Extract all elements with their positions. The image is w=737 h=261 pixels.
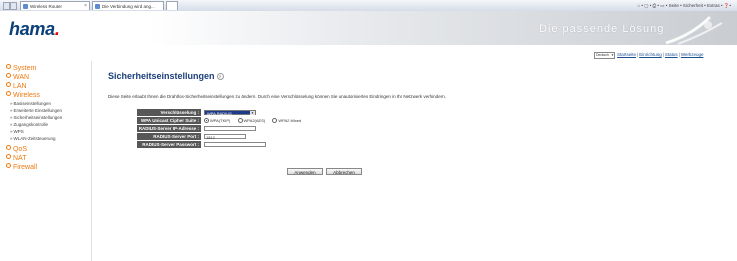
nav-sub-security[interactable]: Sicherheitseinstellungen	[10, 115, 63, 120]
link-startseite[interactable]: Startseite	[617, 52, 636, 57]
hama-logo: hama.	[9, 19, 60, 39]
encryption-label: Verschlüsselung :	[137, 109, 201, 116]
browser-tab-router[interactable]: Wireless Router ×	[20, 1, 90, 10]
nav-lan[interactable]: LAN	[6, 82, 27, 90]
radius-port-label: RADIUS-Server Port :	[137, 133, 201, 140]
browser-toolbar-commands[interactable]: ⌂ • ▢ • ⎙ • ▭ • Seite • Sicherheit • Ext…	[637, 1, 731, 10]
nav-sub-wps[interactable]: WPS	[10, 129, 24, 134]
nav-sub-basic[interactable]: Basiseinstellungen	[10, 101, 52, 106]
cipher-label: WPA Unicast Cipher Suite :	[137, 117, 201, 124]
radius-ip-input[interactable]	[204, 126, 256, 131]
page-description: Diese Seite erlaubt Ihnen die Drahtlos-S…	[108, 94, 446, 99]
close-tab-icon[interactable]: ×	[84, 2, 87, 10]
nav-sub-access-control[interactable]: Zugangskontrolle	[10, 122, 49, 127]
decorative-swoosh-icon	[665, 15, 723, 45]
encryption-select[interactable]: WPA RADIUS	[204, 110, 256, 116]
page-favicon-icon	[23, 4, 28, 9]
help-icon[interactable]: ?	[216, 73, 224, 80]
browser-tab-label: Wireless Router	[30, 4, 63, 9]
nav-wireless[interactable]: Wireless	[6, 91, 40, 99]
radio-wpa2-aes[interactable]: WPA2(AES)	[237, 117, 265, 124]
nav-nat[interactable]: NAT	[6, 154, 26, 162]
nav-qos[interactable]: QoS	[6, 145, 27, 153]
link-status[interactable]: Status	[665, 52, 678, 57]
language-select[interactable]: Deutsch	[594, 52, 615, 59]
back-icon[interactable]	[3, 2, 10, 10]
cancel-button[interactable]: Abbrechen	[326, 168, 362, 175]
radius-port-input[interactable]: 1812	[204, 134, 246, 140]
nav-wan[interactable]: WAN	[6, 73, 29, 81]
radius-ip-label: RADIUS-Server IP-Adresse :	[137, 125, 201, 132]
browser-tab-label: Die Verbindung wird ang...	[102, 4, 155, 9]
link-einrichtung[interactable]: Einrichtung	[639, 52, 662, 57]
browser-tab-connecting[interactable]: Die Verbindung wird ang...	[92, 1, 164, 10]
link-werkzeuge[interactable]: Werkzeuge	[681, 52, 704, 57]
forward-icon[interactable]	[10, 2, 17, 10]
nav-system[interactable]: System	[6, 64, 36, 72]
radio-wpa-tkip[interactable]: WPA(TKIP)	[204, 117, 230, 124]
page-title: Sicherheitseinstellungen?	[108, 71, 224, 81]
radius-password-input[interactable]	[204, 142, 266, 147]
radius-password-label: RADIUS-Server Passwort :	[137, 141, 201, 148]
new-tab-button[interactable]	[166, 1, 178, 10]
cipher-radio-group: WPA(TKIP) WPA2(AES) WPA2 Mixed	[204, 117, 307, 124]
nav-sub-schedule[interactable]: WLAN-Zeitsteuerung	[10, 136, 56, 141]
top-links: Startseite|Einrichtung|Status|Werkzeuge	[617, 52, 704, 57]
nav-sub-advanced[interactable]: Erweiterte Einstellungen	[10, 108, 63, 113]
header-slogan: Die passende Lösung	[539, 23, 665, 35]
page-favicon-icon	[95, 4, 100, 9]
nav-firewall[interactable]: Firewall	[6, 163, 37, 171]
apply-button[interactable]: Anwenden	[287, 168, 323, 175]
radio-wpa2-mixed[interactable]: WPA2 Mixed	[272, 117, 301, 124]
